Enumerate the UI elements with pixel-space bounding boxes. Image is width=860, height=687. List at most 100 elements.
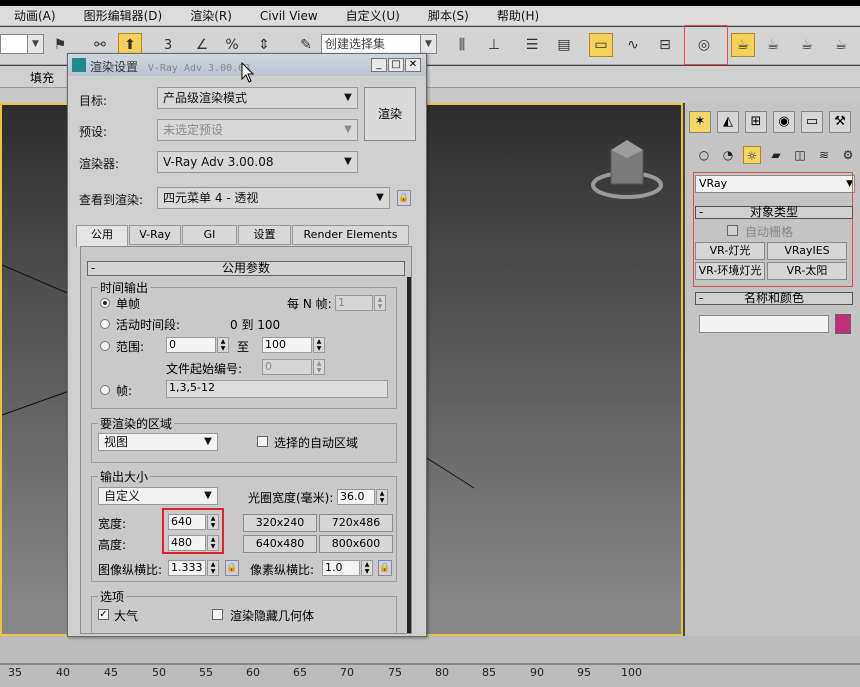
image-aspect-lock-icon[interactable]: 🔒 xyxy=(225,560,239,576)
render-production-icon[interactable]: ☕ xyxy=(761,33,785,57)
file-start-spinner[interactable]: 0 ▲ ▼ xyxy=(262,359,325,375)
preset-800x600-button[interactable]: 800x600 xyxy=(319,535,393,553)
cameras-icon[interactable]: ▰ xyxy=(767,146,785,164)
spinner-arrows-icon[interactable]: ▲ ▼ xyxy=(361,560,373,576)
menu-help[interactable]: 帮助(H) xyxy=(483,7,553,24)
curve-editor-icon[interactable]: ▭ xyxy=(589,33,613,57)
geometry-icon[interactable]: ○ xyxy=(695,146,713,164)
lock-view-icon[interactable]: 🔒 xyxy=(397,190,411,206)
scrollbar[interactable] xyxy=(407,277,411,633)
render-activeshade-icon[interactable]: ☕ xyxy=(829,33,853,57)
material-editor-icon[interactable]: ⊟ xyxy=(653,33,677,57)
common-parameters-panel: - 公用参数 时间输出 单帧 每 N 帧: 1 ▲ ▼ 活动时间段: 0 到 100 … xyxy=(80,246,412,634)
layer-manager-icon[interactable]: ☰ xyxy=(520,33,544,57)
object-color-swatch[interactable] xyxy=(835,314,851,334)
preset-640x480-button[interactable]: 640x480 xyxy=(243,535,317,553)
mirror-icon[interactable]: ⫼ xyxy=(450,33,474,57)
vray-ies-button[interactable]: VRayIES xyxy=(767,242,847,260)
fill-tab[interactable]: 填充 xyxy=(30,69,54,86)
object-name-field[interactable] xyxy=(699,315,829,333)
view-to-render-combo[interactable]: 四元菜单 4 - 透视 ▼ xyxy=(157,187,390,209)
preset-combo[interactable]: 未选定预设 ▼ xyxy=(157,119,358,141)
chevron-down-icon: ▼ xyxy=(204,490,212,501)
menu-animation[interactable]: 动画(A) xyxy=(0,7,70,24)
spinner-arrows-icon[interactable]: ▲ ▼ xyxy=(217,337,229,353)
single-frame-radio[interactable] xyxy=(100,298,110,308)
preset-320x240-button[interactable]: 320x240 xyxy=(243,514,317,532)
lights-icon[interactable]: ☼ xyxy=(743,146,761,164)
common-parameters-rollout[interactable]: - 公用参数 xyxy=(87,261,405,276)
pixel-aspect-lock-icon[interactable]: 🔒 xyxy=(378,560,392,576)
frames-input[interactable]: 1,3,5-12 xyxy=(166,380,388,398)
shapes-icon[interactable]: ◔ xyxy=(719,146,737,164)
motion-tab-icon[interactable]: ◉ xyxy=(773,111,795,133)
name-color-rollout[interactable]: - 名称和颜色 xyxy=(695,292,853,305)
preset-720x486-button[interactable]: 720x486 xyxy=(319,514,393,532)
create-tab-icon[interactable]: ✶ xyxy=(689,111,711,133)
menu-civil-view[interactable]: Civil View xyxy=(246,9,332,23)
align-icon[interactable]: ⊥ xyxy=(482,33,506,57)
tab-settings[interactable]: 设置 xyxy=(238,225,291,245)
auto-grid-checkbox[interactable] xyxy=(727,225,738,236)
timeline[interactable]: 35 40 45 50 55 60 65 70 75 80 85 90 95 1… xyxy=(0,636,860,687)
view-to-render-label: 查看到渲染: xyxy=(79,193,144,207)
aperture-spinner[interactable]: 36.0 ▲ ▼ xyxy=(337,489,388,505)
tab-vray[interactable]: V-Ray xyxy=(129,225,181,245)
selection-filter-combo[interactable]: ▼ xyxy=(0,34,44,54)
spinner-arrows-icon[interactable]: ▲ ▼ xyxy=(374,295,386,311)
hierarchy-tab-icon[interactable]: ⊞ xyxy=(745,111,767,133)
range-radio[interactable] xyxy=(100,341,110,351)
vr-light-button[interactable]: VR-灯光 xyxy=(695,242,765,260)
tab-common[interactable]: 公用 xyxy=(76,225,128,247)
active-segment-radio[interactable] xyxy=(100,319,110,329)
auto-region-checkbox[interactable] xyxy=(257,436,268,447)
maximize-icon[interactable]: □ xyxy=(388,58,404,72)
range-start-spinner[interactable]: 0 ▲ ▼ xyxy=(166,337,229,353)
render-iterative-icon[interactable]: ☕ xyxy=(795,33,819,57)
tab-render-elements[interactable]: Render Elements xyxy=(292,225,409,245)
utilities-tab-icon[interactable]: ⚒ xyxy=(829,111,851,133)
spinner-arrows-icon[interactable]: ▲ ▼ xyxy=(313,337,325,353)
minimize-icon[interactable]: _ xyxy=(371,58,387,72)
menu-scripting[interactable]: 脚本(S) xyxy=(414,7,483,24)
output-size-combo[interactable]: 自定义 ▼ xyxy=(98,487,218,505)
pixel-aspect-spinner[interactable]: 1.0 ▲ ▼ xyxy=(322,560,373,576)
display-tab-icon[interactable]: ▭ xyxy=(801,111,823,133)
spinner-arrows-icon[interactable]: ▲ ▼ xyxy=(376,489,388,505)
render-hidden-checkbox[interactable] xyxy=(212,609,223,620)
close-icon[interactable]: ✕ xyxy=(405,58,421,72)
tick-label: 50 xyxy=(152,666,166,679)
space-warps-icon[interactable]: ≋ xyxy=(815,146,833,164)
tick-label: 100 xyxy=(621,666,642,679)
helpers-icon[interactable]: ◫ xyxy=(791,146,809,164)
spinner-arrows-icon[interactable]: ▲ ▼ xyxy=(313,359,325,375)
menu-rendering[interactable]: 渲染(R) xyxy=(176,7,246,24)
tab-gi[interactable]: GI xyxy=(182,225,237,245)
systems-icon[interactable]: ⚙ xyxy=(839,146,857,164)
menu-graph-editors[interactable]: 图形编辑器(D) xyxy=(70,7,177,24)
vr-ambient-light-button[interactable]: VR-环境灯光 xyxy=(695,262,765,280)
atmosphere-checkbox[interactable]: ✓ xyxy=(98,609,109,620)
named-selection-set-combo[interactable]: 创建选择集 ▼ xyxy=(321,34,437,54)
frames-radio[interactable] xyxy=(100,385,110,395)
area-combo[interactable]: 视图 ▼ xyxy=(98,433,218,451)
every-n-spinner[interactable]: 1 ▲ ▼ xyxy=(335,295,386,311)
target-combo[interactable]: 产品级渲染模式 ▼ xyxy=(157,87,358,109)
spinner-arrows-icon[interactable]: ▲ ▼ xyxy=(207,560,219,576)
ribbon-toggle-icon[interactable]: ▤ xyxy=(552,33,576,57)
modify-tab-icon[interactable]: ◭ xyxy=(717,111,739,133)
schematic-view-icon[interactable]: ∿ xyxy=(621,33,645,57)
rendered-frame-window-icon[interactable]: ☕ xyxy=(731,33,755,57)
menu-customize[interactable]: 自定义(U) xyxy=(332,7,414,24)
width-height-highlight xyxy=(162,508,224,554)
viewcube-icon[interactable] xyxy=(591,140,663,199)
range-end-spinner[interactable]: 100 ▲ ▼ xyxy=(262,337,325,353)
image-aspect-spinner[interactable]: 1.333 ▲ ▼ xyxy=(168,560,219,576)
object-type-rollout[interactable]: - 对象类型 xyxy=(695,206,853,219)
render-button[interactable]: 渲染 xyxy=(364,87,416,141)
vr-sun-button[interactable]: VR-太阳 xyxy=(767,262,847,280)
options-group: 选项 ✓ 大气 渲染隐藏几何体 xyxy=(91,588,397,633)
pixel-aspect-label: 像素纵横比: xyxy=(250,563,315,577)
output-size-group: 输出大小 自定义 ▼ 光圈宽度(毫米): 36.0 ▲ ▼ 宽度: 640 ▲ ▼ 高度:… xyxy=(91,468,397,582)
renderer-combo[interactable]: V-Ray Adv 3.00.08 ▼ xyxy=(157,151,358,173)
